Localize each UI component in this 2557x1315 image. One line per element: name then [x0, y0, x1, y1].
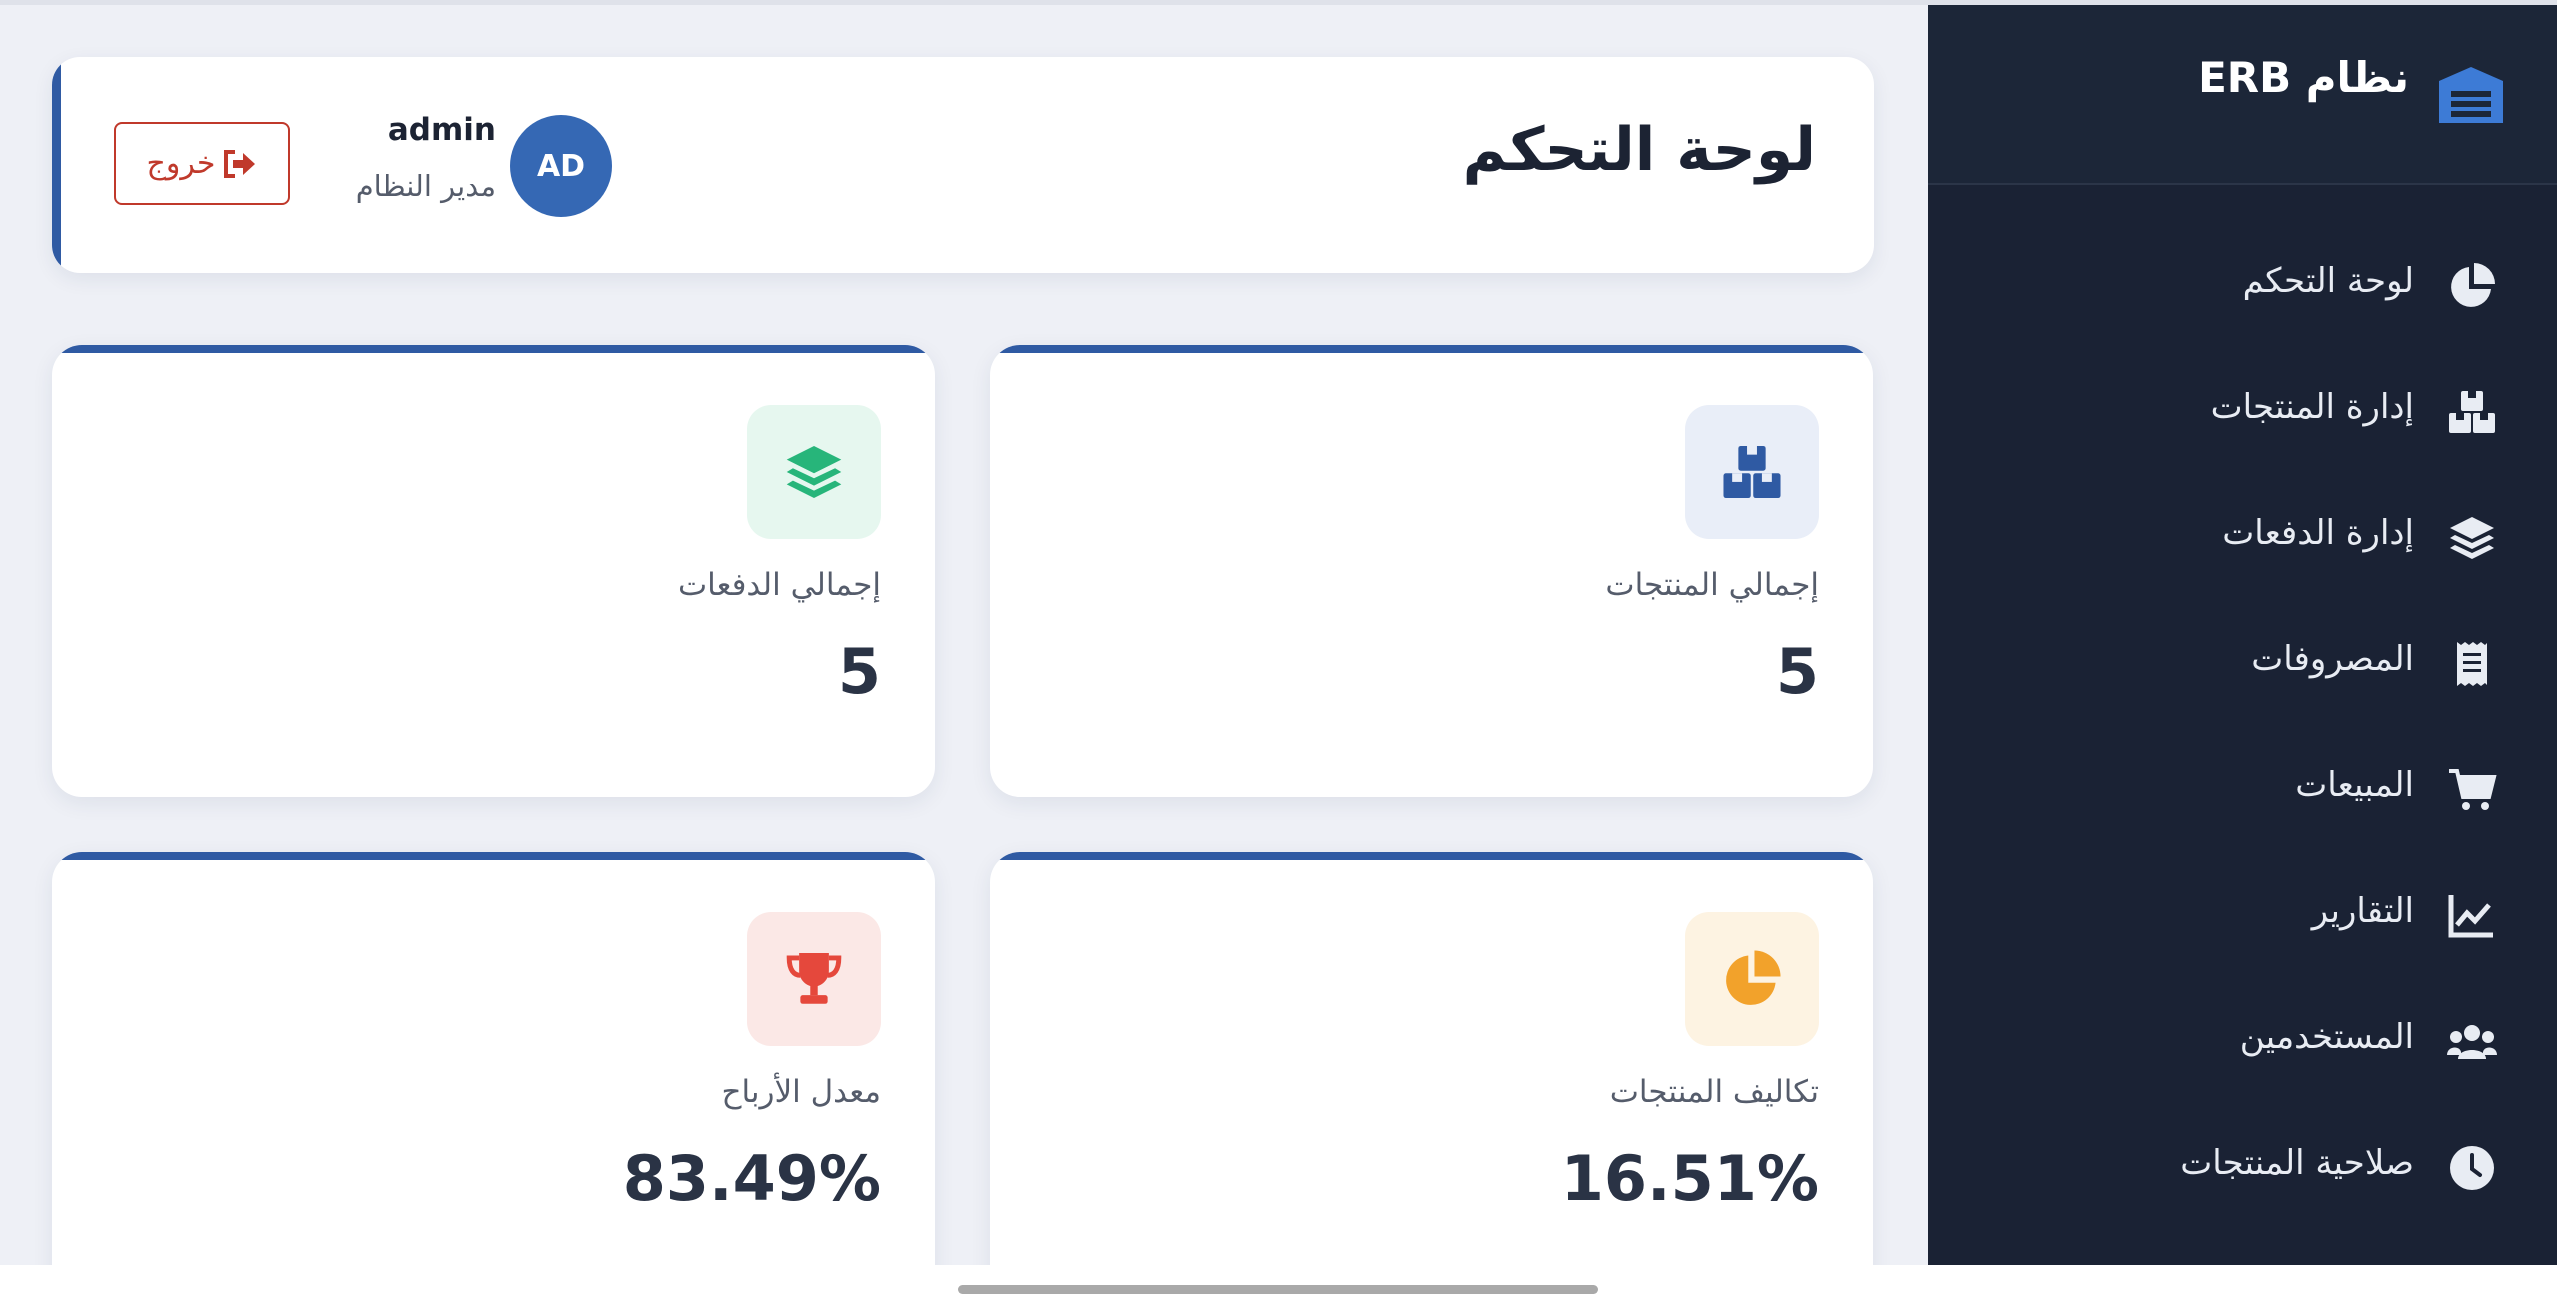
- cart-icon: [2449, 769, 2497, 810]
- page-title: لوحة التحكم: [1462, 115, 1816, 185]
- stat-card-product-costs: تكاليف المنتجات 16.51%: [990, 852, 1873, 1265]
- sidebar-item-label: المبيعات: [2295, 765, 2414, 805]
- user-name: admin: [387, 112, 496, 148]
- avatar[interactable]: AD: [510, 115, 612, 217]
- stat-icon-box: [1685, 405, 1819, 539]
- layers-icon: [2450, 517, 2494, 559]
- user-role: مدير النظام: [355, 169, 496, 203]
- boxes-icon: [2449, 391, 2495, 433]
- sidebar-item-dashboard[interactable]: لوحة التحكم: [1928, 233, 2557, 333]
- sidebar-item-users[interactable]: المستخدمين: [1928, 989, 2557, 1089]
- boxes-icon: [1723, 445, 1781, 499]
- stat-label: معدل الأرباح: [721, 1074, 881, 1110]
- stat-value: 5: [1775, 635, 1819, 708]
- home-indicator[interactable]: [958, 1285, 1598, 1294]
- stat-icon-box: [747, 405, 881, 539]
- stat-card-profit-rate: معدل الأرباح 83.49%: [52, 852, 935, 1265]
- stat-icon-box: [1685, 912, 1819, 1046]
- sign-out-icon: [224, 149, 256, 178]
- logout-button[interactable]: خروج: [114, 122, 290, 205]
- sidebar-item-batches[interactable]: إدارة الدفعات: [1928, 485, 2557, 585]
- sidebar-item-label: إدارة الدفعات: [2222, 513, 2414, 553]
- stat-value: 83.49%: [622, 1142, 881, 1215]
- stat-label: إجمالي الدفعات: [677, 567, 881, 603]
- stat-card-total-batches: إجمالي الدفعات 5: [52, 345, 935, 797]
- sidebar-item-expenses[interactable]: المصروفات: [1928, 611, 2557, 711]
- stat-icon-box: [747, 912, 881, 1046]
- stat-value: 16.51%: [1560, 1142, 1819, 1215]
- line-chart-icon: [2448, 895, 2493, 938]
- stat-label: إجمالي المنتجات: [1605, 567, 1819, 603]
- chart-pie-icon: [2451, 263, 2495, 307]
- sidebar-item-label: التقارير: [2311, 891, 2414, 931]
- sidebar-item-label: لوحة التحكم: [2242, 261, 2414, 301]
- warehouse-icon: [2439, 67, 2503, 123]
- sidebar-item-label: المستخدمين: [2239, 1017, 2414, 1057]
- stat-label: تكاليف المنتجات: [1609, 1074, 1819, 1110]
- sidebar-item-label: صلاحية المنتجات: [2180, 1143, 2414, 1183]
- page-header: لوحة التحكم AD admin مدير النظام خروج: [52, 57, 1874, 273]
- chart-pie-icon: [1726, 950, 1781, 1005]
- receipt-icon: [2457, 642, 2487, 686]
- brand-header[interactable]: نظام ERB: [1928, 5, 2557, 185]
- app-window: نظام ERB لوحة التحكم إدارة المنتجات إدار…: [0, 0, 2557, 1265]
- clock-icon: [2450, 1146, 2494, 1190]
- stat-card-total-products: إجمالي المنتجات 5: [990, 345, 1873, 797]
- sidebar-item-reports[interactable]: التقارير: [1928, 863, 2557, 963]
- stat-value: 5: [837, 635, 881, 708]
- sidebar-item-product-expiry[interactable]: صلاحية المنتجات: [1928, 1115, 2557, 1215]
- sidebar: نظام ERB لوحة التحكم إدارة المنتجات إدار…: [1928, 5, 2557, 1265]
- users-icon: [2447, 1025, 2497, 1059]
- layers-icon: [786, 445, 842, 499]
- sidebar-item-label: المصروفات: [2251, 639, 2414, 679]
- sidebar-item-label: إدارة المنتجات: [2210, 387, 2414, 427]
- sidebar-item-products[interactable]: إدارة المنتجات: [1928, 359, 2557, 459]
- trophy-icon: [786, 952, 842, 1004]
- sidebar-item-sales[interactable]: المبيعات: [1928, 737, 2557, 837]
- brand-title: نظام ERB: [2198, 53, 2409, 102]
- logout-label: خروج: [146, 146, 216, 181]
